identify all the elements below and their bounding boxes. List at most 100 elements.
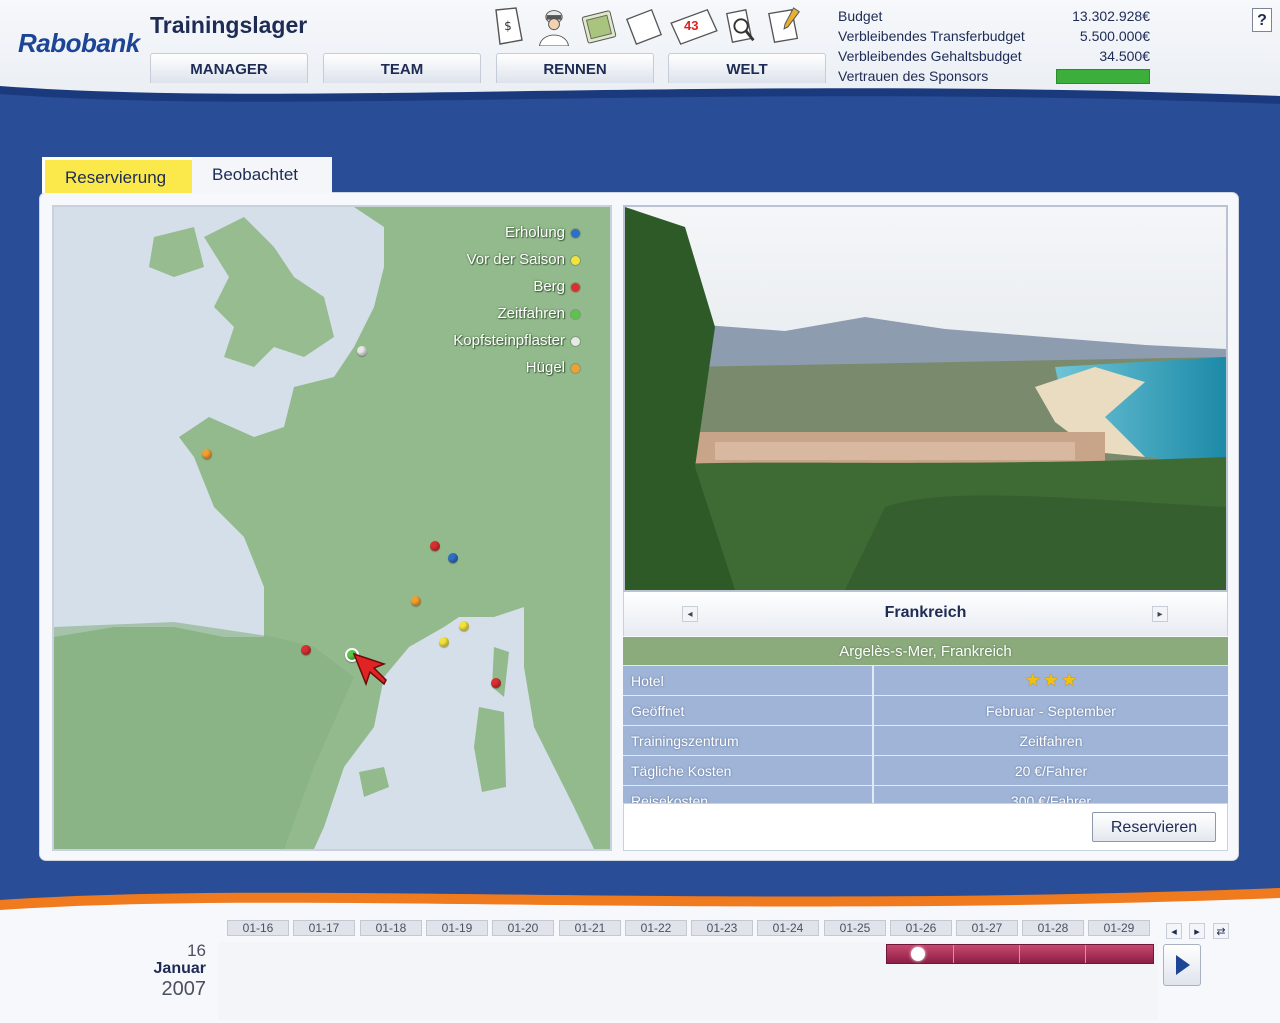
detail-label-hotel: Hotel [623, 665, 874, 696]
date-cell[interactable]: 01-19 [426, 920, 488, 936]
location-details-table: Argelès-s-Mer, Frankreich Hotel ★ ★ ★ Geöf… [623, 637, 1228, 815]
date-cell[interactable]: 01-25 [824, 920, 886, 936]
legend-label: Erholung [504, 224, 565, 241]
date-cell[interactable]: 01-21 [559, 920, 621, 936]
reserve-button[interactable]: Reservieren [1092, 812, 1216, 842]
mail-count-badge: 43 [684, 18, 699, 33]
camp-pin-mountain[interactable] [430, 541, 440, 551]
transfer-budget-value: 5.500.000€ [1079, 28, 1150, 44]
event-bar-divider [953, 945, 954, 963]
star-icon: ★ [1024, 670, 1041, 690]
legend-dot-orange [571, 363, 580, 373]
detail-label-taegliche-kosten: Tägliche Kosten [623, 755, 874, 786]
sponsor-trust-label: Vertrauen des Sponsors [838, 68, 989, 84]
date-cell[interactable]: 01-17 [293, 920, 355, 936]
detail-value-trainingszentrum: Zeitfahren [873, 725, 1228, 756]
contract-icon[interactable]: $ [490, 6, 526, 46]
legend-item-kopfsteinpflaster[interactable]: Kopfsteinpflaster [453, 327, 580, 354]
date-cell[interactable]: 01-18 [360, 920, 422, 936]
current-month: Januar [153, 960, 206, 977]
next-location-button[interactable]: ▸ [1152, 606, 1168, 622]
return-today-icon[interactable]: ⇄ [1213, 923, 1229, 939]
rider-icon[interactable] [532, 6, 576, 46]
legend-label: Vor der Saison [466, 251, 565, 268]
camp-pin-mountain[interactable] [301, 645, 311, 655]
transfer-budget-label: Verbleibendes Transferbudget [838, 28, 1025, 44]
date-cell[interactable]: 01-23 [691, 920, 753, 936]
legend-item-erholung[interactable]: Erholung [453, 219, 580, 246]
continue-button[interactable] [1163, 944, 1201, 986]
detail-value-geoeffnet: Februar - September [873, 695, 1228, 726]
date-cell[interactable]: 01-20 [492, 920, 554, 936]
page-title: Trainingslager [150, 12, 308, 38]
notes-icon[interactable] [622, 6, 666, 46]
play-icon [1176, 955, 1190, 975]
training-camp-map[interactable]: Erholung Vor der Saison Berg Zeitfahren … [52, 205, 612, 851]
scroll-right-button[interactable]: ▸ [1189, 923, 1205, 939]
date-cell[interactable]: 01-22 [625, 920, 687, 936]
location-country: Frankreich [884, 604, 967, 621]
date-cell[interactable]: 01-28 [1022, 920, 1084, 936]
date-cell[interactable]: 01-29 [1088, 920, 1150, 936]
svg-text:$: $ [504, 19, 512, 33]
detail-value-taegliche-kosten: 20 €/Fahrer [873, 755, 1228, 786]
camp-pin-preseason[interactable] [459, 621, 469, 631]
legend-dot-red [571, 282, 580, 292]
location-photo-image [625, 207, 1226, 590]
legend-label: Kopfsteinpflaster [453, 332, 565, 349]
camp-pin-recovery[interactable] [448, 553, 458, 563]
help-button[interactable]: ? [1252, 8, 1272, 32]
current-date: 16 Januar 2007 [130, 941, 206, 1001]
table-row: Trainingszentrum Zeitfahren [623, 725, 1228, 756]
training-camp-event-bar[interactable] [886, 944, 1154, 964]
date-cell[interactable]: 01-26 [890, 920, 952, 936]
current-day: 16 [187, 941, 206, 960]
event-bar-divider [1085, 945, 1086, 963]
budget-value: 13.302.928€ [1072, 8, 1150, 24]
search-icon[interactable] [722, 6, 762, 46]
sponsor-trust-row: Vertrauen des Sponsors [838, 66, 1150, 86]
table-row: Geöffnet Februar - September [623, 695, 1228, 726]
camp-pin-preseason[interactable] [439, 637, 449, 647]
table-row: Tägliche Kosten 20 €/Fahrer [623, 755, 1228, 786]
legend-dot-yellow [571, 255, 580, 265]
rabobank-logo: Rabobank [18, 28, 140, 58]
camp-pin-hill[interactable] [202, 449, 212, 459]
legend-dot-green [571, 309, 580, 319]
table-row: Hotel ★ ★ ★ [623, 665, 1228, 696]
hotel-rating: ★ ★ ★ [873, 665, 1228, 696]
legend-item-berg[interactable]: Berg [453, 273, 580, 300]
transfer-budget-row: Verbleibendes Transferbudget 5.500.000€ [838, 26, 1150, 46]
date-cell[interactable]: 01-27 [956, 920, 1018, 936]
budget-row: Budget 13.302.928€ [838, 6, 1150, 26]
legend-label: Hügel [525, 359, 565, 376]
nav-tab-rennen[interactable]: RENNEN [496, 53, 654, 83]
camp-pin-hill[interactable] [411, 596, 421, 606]
detail-label-geoeffnet: Geöffnet [623, 695, 874, 726]
event-knob[interactable] [911, 947, 925, 961]
legend-label: Berg [533, 278, 565, 295]
budget-panel: Budget 13.302.928€ Verbleibendes Transfe… [838, 6, 1150, 86]
nav-tab-team[interactable]: TEAM [323, 53, 481, 83]
camp-pin-mountain[interactable] [491, 678, 501, 688]
legend-item-huegel[interactable]: Hügel [453, 354, 580, 381]
location-title-row: Argelès-s-Mer, Frankreich [623, 637, 1228, 666]
tab-reservierung[interactable]: Reservierung [42, 157, 192, 193]
date-cell[interactable]: 01-24 [757, 920, 819, 936]
date-cell[interactable]: 01-16 [227, 920, 289, 936]
checklist-icon[interactable] [764, 6, 806, 46]
salary-budget-value: 34.500€ [1099, 48, 1150, 64]
tab-beobachtet[interactable]: Beobachtet [192, 157, 332, 193]
scroll-left-button[interactable]: ◂ [1166, 923, 1182, 939]
star-icon: ★ [1061, 670, 1078, 690]
map-legend: Erholung Vor der Saison Berg Zeitfahren … [453, 219, 580, 381]
nav-tab-manager[interactable]: MANAGER [150, 53, 308, 83]
star-icon: ★ [1042, 670, 1060, 690]
legend-item-zeitfahren[interactable]: Zeitfahren [453, 300, 580, 327]
legend-item-vor-der-saison[interactable]: Vor der Saison [453, 246, 580, 273]
nav-tab-welt[interactable]: WELT [668, 53, 826, 83]
camp-pin-cobblestone[interactable] [357, 346, 367, 356]
header-wave [0, 86, 1280, 124]
money-icon[interactable] [578, 6, 620, 46]
mouse-cursor-icon [352, 652, 387, 687]
